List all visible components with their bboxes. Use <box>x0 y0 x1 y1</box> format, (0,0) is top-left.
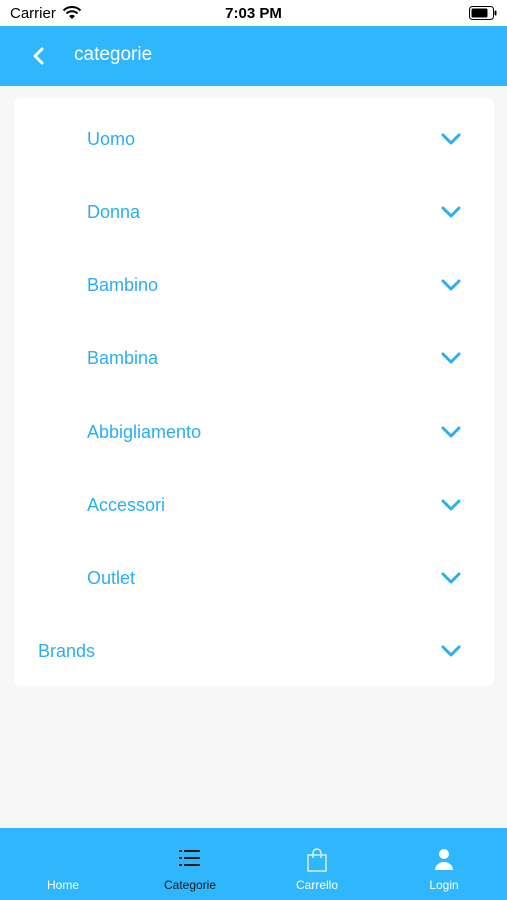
category-item-outlet[interactable]: Outlet <box>14 543 494 603</box>
tab-carrello[interactable]: Carrello <box>254 828 380 900</box>
category-label: Accessori <box>87 495 166 515</box>
category-item-bambina[interactable]: Bambina <box>14 323 494 383</box>
category-item-abbigliamento[interactable]: Abbigliamento <box>14 397 494 457</box>
chevron-down-icon[interactable] <box>440 350 462 366</box>
category-label: Outlet <box>87 568 136 588</box>
status-time: 7:03 PM <box>225 5 282 22</box>
user-icon <box>435 849 453 870</box>
tab-label: Home <box>46 878 79 892</box>
chevron-down-icon[interactable] <box>440 497 462 513</box>
list-icon <box>179 850 200 866</box>
category-list: Uomo Donna Bambino Bambina Abbigliamento… <box>14 98 494 686</box>
shopping-bag-icon <box>307 848 327 872</box>
tab-label: Login <box>429 878 459 892</box>
tab-label: Categorie <box>163 878 217 892</box>
category-item-accessori[interactable]: Accessori <box>14 470 494 530</box>
category-item-bambino[interactable]: Bambino <box>14 250 494 310</box>
tab-login[interactable]: Login <box>381 828 507 900</box>
chevron-down-icon[interactable] <box>440 424 462 440</box>
brands-item[interactable]: Brands <box>14 616 494 676</box>
chevron-down-icon[interactable] <box>440 204 462 220</box>
category-item-uomo[interactable]: Uomo <box>14 104 494 164</box>
chevron-down-icon[interactable] <box>440 131 462 147</box>
status-bar: Carrier 7:03 PM <box>0 0 507 26</box>
tab-label: Carrello <box>295 878 338 892</box>
chevron-down-icon[interactable] <box>440 277 462 293</box>
page-title: categorie <box>74 44 153 65</box>
chevron-down-icon[interactable] <box>440 643 462 659</box>
tab-home[interactable]: Home <box>0 828 126 900</box>
battery-icon <box>469 6 497 20</box>
tab-bar: Home Categorie Carrello Login <box>0 828 507 900</box>
category-label: Abbigliamento <box>87 422 202 442</box>
tab-categorie[interactable]: Categorie <box>127 828 253 900</box>
category-label: Uomo <box>87 129 136 149</box>
chevron-down-icon[interactable] <box>440 570 462 586</box>
back-button[interactable] <box>26 42 54 70</box>
category-label: Bambina <box>87 348 159 368</box>
category-label: Donna <box>87 202 141 222</box>
category-item-donna[interactable]: Donna <box>14 177 494 237</box>
brands-label: Brands <box>38 641 96 661</box>
navigation-bar: categorie <box>0 26 507 86</box>
category-label: Bambino <box>87 275 159 295</box>
